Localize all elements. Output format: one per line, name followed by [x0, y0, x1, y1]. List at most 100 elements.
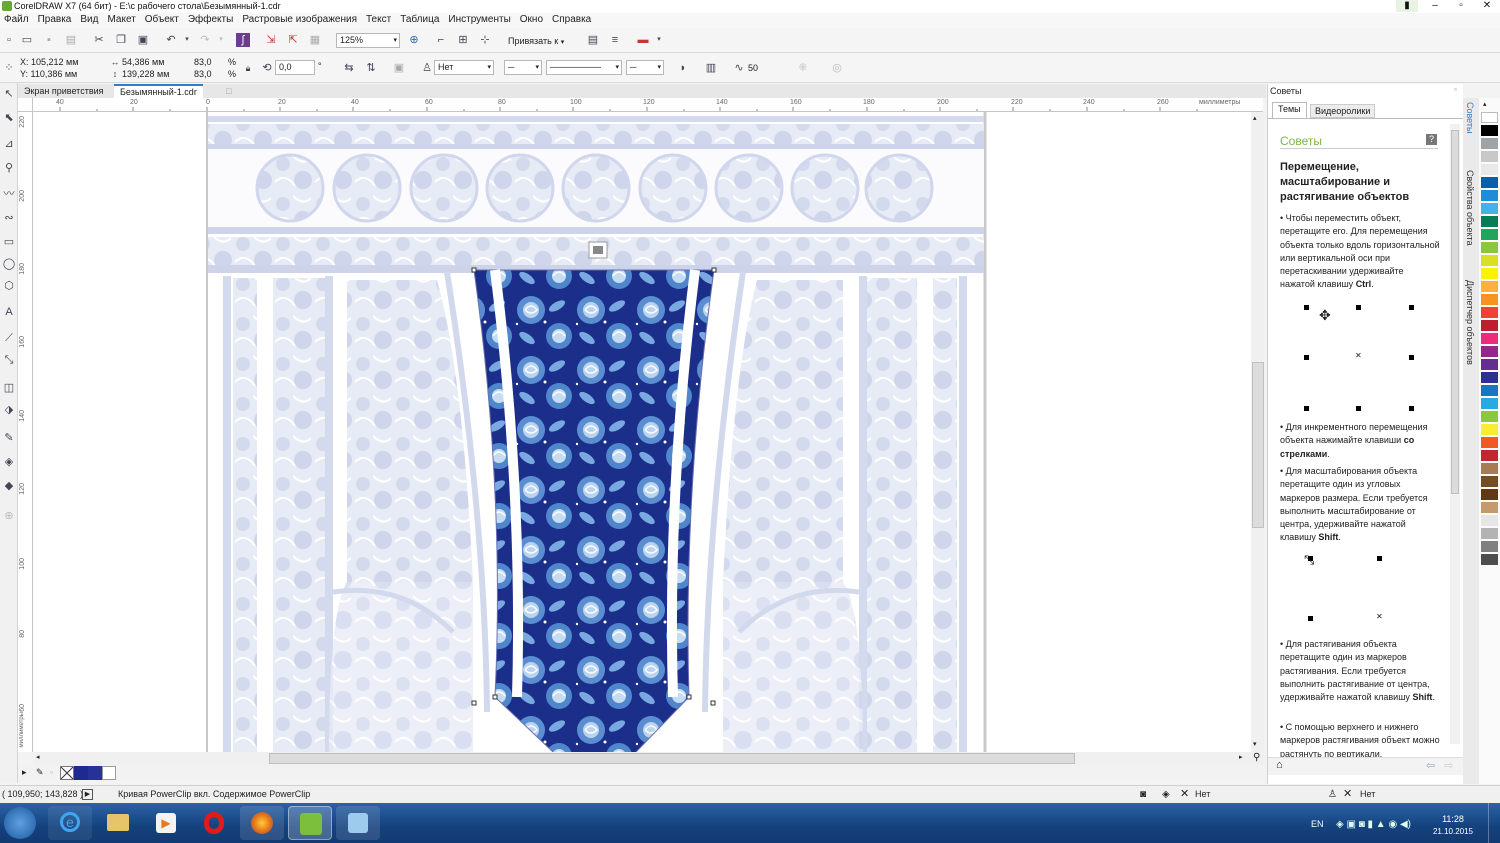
- menu-bitmaps[interactable]: Растровые изображения: [238, 13, 362, 28]
- menu-view[interactable]: Вид: [76, 13, 103, 28]
- docker-tab-object-properties[interactable]: Свойства объекта: [1465, 170, 1475, 246]
- palette-color-swatch[interactable]: [1481, 463, 1498, 474]
- copy-icon[interactable]: ❐: [114, 33, 128, 47]
- scroll-right-icon[interactable]: ▸: [1239, 753, 1243, 761]
- lock-ratio-icon[interactable]: 🔒︎: [241, 61, 255, 75]
- play-icon[interactable]: ▶: [82, 789, 93, 800]
- import-icon[interactable]: ⇲: [264, 33, 278, 47]
- vertical-scroll-thumb[interactable]: [1252, 362, 1264, 528]
- edge-pad-icon[interactable]: ⁜: [796, 61, 810, 75]
- transparency-icon[interactable]: ⬗: [2, 403, 16, 417]
- tab-videos[interactable]: Видеоролики: [1310, 104, 1376, 118]
- color-swatch[interactable]: [74, 766, 88, 780]
- object-origin-icon[interactable]: ⁘: [2, 61, 16, 75]
- palette-color-swatch[interactable]: [1481, 424, 1498, 435]
- palette-color-swatch[interactable]: [1481, 489, 1498, 500]
- polygon-tool-icon[interactable]: ⬡: [2, 279, 16, 293]
- palette-color-swatch[interactable]: [1481, 112, 1498, 123]
- color-swatch[interactable]: [102, 766, 116, 780]
- crop-tool-icon[interactable]: ⊿: [2, 137, 16, 151]
- palette-color-swatch[interactable]: [1481, 242, 1498, 253]
- palette-color-swatch[interactable]: [1481, 437, 1498, 448]
- show-rulers-icon[interactable]: ⌐: [434, 33, 448, 47]
- mirror-vertical-icon[interactable]: ⇅: [364, 61, 378, 75]
- no-color-swatch[interactable]: [60, 766, 74, 780]
- height-field[interactable]: 139,228 мм: [122, 68, 169, 80]
- reduce-nodes-icon[interactable]: ▥: [704, 61, 718, 75]
- palette-color-swatch[interactable]: [1481, 216, 1498, 227]
- scroll-down-icon[interactable]: ▾: [1253, 740, 1257, 748]
- scale-y-field[interactable]: 83,0: [194, 68, 212, 80]
- opera-icon[interactable]: [192, 806, 236, 840]
- palette-color-swatch[interactable]: [1481, 450, 1498, 461]
- new-document-icon[interactable]: ▫: [2, 33, 16, 47]
- parallel-dimension-icon[interactable]: ⟋: [2, 331, 16, 345]
- interactive-fill-icon[interactable]: ◈: [2, 455, 16, 469]
- redo-icon[interactable]: ↷: [198, 33, 212, 47]
- tab-close-icon[interactable]: □: [220, 84, 237, 98]
- undo-dropdown-icon[interactable]: ▾: [180, 33, 194, 47]
- horizontal-ruler[interactable]: 40 20 0 20 40 60 80 100 120 140 160 180 …: [33, 98, 1263, 112]
- mirror-horizontal-icon[interactable]: ⇆: [342, 61, 356, 75]
- palette-color-swatch[interactable]: [1481, 333, 1498, 344]
- search-content-icon[interactable]: ʃ: [236, 33, 250, 47]
- tab-topics[interactable]: Темы: [1272, 102, 1307, 118]
- show-desktop-button[interactable]: [1488, 803, 1500, 843]
- text-tool-icon[interactable]: A: [2, 305, 16, 319]
- zoom-level-select[interactable]: 125% ▾: [336, 33, 400, 48]
- firefox-icon[interactable]: [240, 806, 284, 840]
- tab-welcome-screen[interactable]: Экран приветствия: [18, 84, 110, 98]
- menu-help[interactable]: Справка: [548, 13, 596, 28]
- palette-color-swatch[interactable]: [1481, 346, 1498, 357]
- menu-text[interactable]: Текст: [362, 13, 396, 28]
- menu-layout[interactable]: Макет: [103, 13, 140, 28]
- palette-color-swatch[interactable]: [1481, 203, 1498, 214]
- menu-object[interactable]: Объект: [141, 13, 184, 28]
- color-swatch[interactable]: [88, 766, 102, 780]
- artistic-media-icon[interactable]: ∾: [2, 211, 16, 225]
- close-curve-icon[interactable]: ◗: [676, 61, 690, 75]
- palette-color-swatch[interactable]: [1481, 476, 1498, 487]
- tray-icons[interactable]: ◈ ▣ ◙ ▮ ▲ ◉ ◀): [1336, 819, 1411, 830]
- palette-color-swatch[interactable]: [1481, 385, 1498, 396]
- start-arrow-select[interactable]: ─ ▾: [504, 60, 542, 75]
- options-icon[interactable]: ▤: [586, 33, 600, 47]
- media-player-icon[interactable]: ▶: [144, 806, 188, 840]
- palette-color-swatch[interactable]: [1481, 281, 1498, 292]
- start-button[interactable]: [4, 807, 36, 839]
- export-icon[interactable]: ⇱: [286, 33, 300, 47]
- palette-menu-icon[interactable]: ▫: [50, 768, 53, 777]
- forward-arrow-icon[interactable]: ⇨: [1444, 759, 1453, 772]
- end-arrow-select[interactable]: ─ ▾: [626, 60, 664, 75]
- palette-color-swatch[interactable]: [1481, 320, 1498, 331]
- rectangle-tool-icon[interactable]: ▭: [2, 235, 16, 249]
- drawing-canvas[interactable]: [33, 112, 1251, 752]
- menu-table[interactable]: Таблица: [396, 13, 444, 28]
- smart-fill-icon[interactable]: ◆: [2, 479, 16, 493]
- palette-color-swatch[interactable]: [1481, 164, 1498, 175]
- palette-color-swatch[interactable]: [1481, 411, 1498, 422]
- color-proof-icon[interactable]: ◙: [1140, 786, 1146, 803]
- connector-tool-icon[interactable]: ⤡: [2, 353, 16, 367]
- corel-connect-icon[interactable]: ▬: [636, 33, 650, 47]
- palette-color-swatch[interactable]: [1481, 125, 1498, 136]
- outline-status[interactable]: Нет: [1360, 786, 1375, 803]
- add-tool-icon[interactable]: ⊕: [2, 509, 16, 523]
- palette-color-swatch[interactable]: [1481, 229, 1498, 240]
- palette-color-swatch[interactable]: [1481, 528, 1498, 539]
- maximize-button[interactable]: ▫: [1448, 0, 1474, 12]
- palette-color-swatch[interactable]: [1481, 372, 1498, 383]
- menu-file[interactable]: Файл: [0, 13, 34, 28]
- help-icon[interactable]: ?: [1426, 134, 1437, 145]
- chevron-down-icon[interactable]: ▾: [652, 33, 666, 47]
- coreldraw-taskbar-icon[interactable]: [288, 806, 332, 840]
- palette-color-swatch[interactable]: [1481, 138, 1498, 149]
- palette-color-swatch[interactable]: [1481, 541, 1498, 552]
- scale-x-field[interactable]: 83,0: [194, 56, 212, 68]
- palette-color-swatch[interactable]: [1481, 268, 1498, 279]
- palette-color-swatch[interactable]: [1481, 554, 1498, 565]
- docker-tab-hints[interactable]: Советы: [1465, 102, 1475, 133]
- redo-dropdown-icon[interactable]: ▾: [214, 33, 228, 47]
- open-icon[interactable]: ▭: [20, 33, 34, 47]
- horizontal-scrollbar[interactable]: ◂ ▸ ⚲: [33, 752, 1265, 765]
